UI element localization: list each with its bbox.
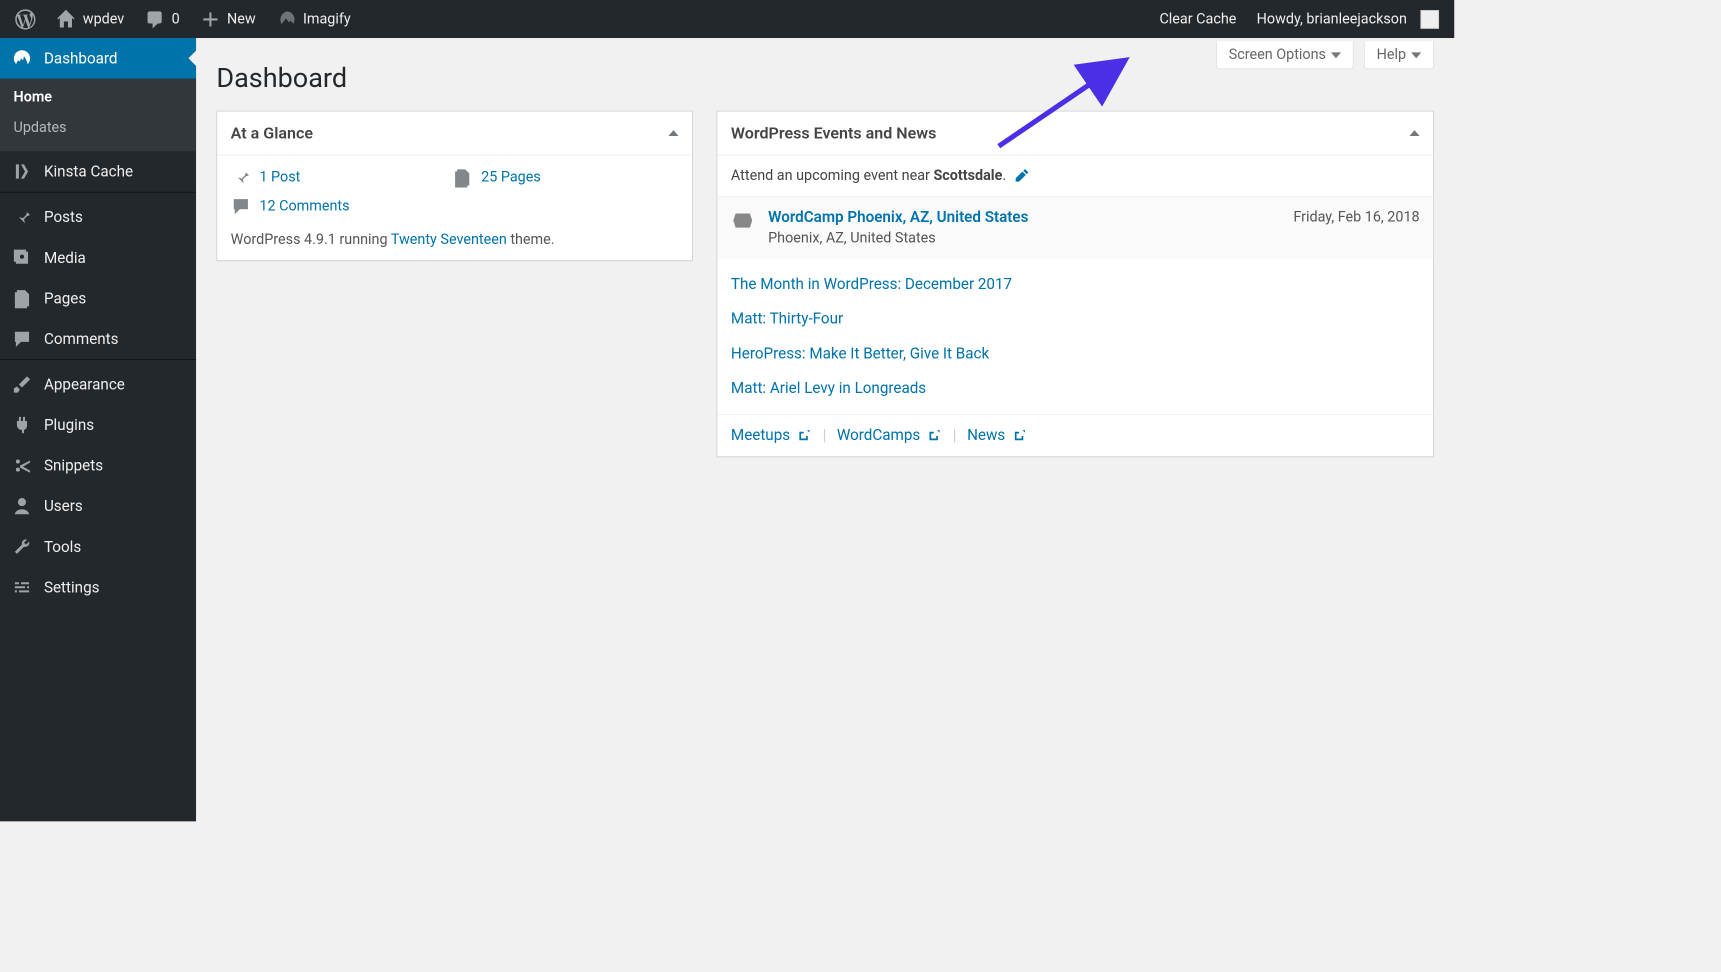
sidebar-item-label: Tools	[44, 538, 81, 556]
sidebar-item-label: Plugins	[44, 416, 94, 434]
sidebar-item-label: Kinsta Cache	[44, 163, 133, 181]
sidebar-item-label: Users	[44, 497, 83, 515]
news-link[interactable]: Matt: Ariel Levy in Longreads	[731, 371, 1420, 406]
user-icon	[12, 496, 32, 516]
sidebar-submenu-dashboard: Home Updates	[0, 79, 196, 152]
pin-icon	[12, 207, 32, 227]
wp-version-text: WordPress 4.9.1 running Twenty Seventeen…	[231, 232, 679, 249]
news-link[interactable]: Matt: Thirty-Four	[731, 302, 1420, 337]
my-account-menu[interactable]: Howdy, brianleejackson	[1247, 0, 1450, 38]
screen-options-button[interactable]: Screen Options	[1216, 41, 1354, 69]
wp-logo-menu[interactable]	[5, 0, 46, 38]
clear-cache-button[interactable]: Clear Cache	[1149, 0, 1246, 38]
external-link-icon	[795, 427, 812, 444]
comment-bubble-icon	[145, 9, 165, 29]
event-title-link[interactable]: WordCamp Phoenix, AZ, United States	[768, 209, 1280, 227]
news-link[interactable]: HeroPress: Make It Better, Give It Back	[731, 336, 1420, 371]
at-a-glance-heading[interactable]: At a Glance	[217, 112, 692, 156]
edit-location-icon[interactable]	[1013, 167, 1030, 184]
imagify-label: Imagify	[303, 11, 351, 28]
sidebar-item-comments[interactable]: Comments	[0, 319, 196, 360]
sidebar-item-label: Posts	[44, 208, 83, 226]
event-row: WordCamp Phoenix, AZ, United States Phoe…	[717, 196, 1433, 259]
sidebar-item-label: Snippets	[44, 457, 103, 475]
sidebar-item-pages[interactable]: Pages	[0, 278, 196, 319]
plug-icon	[12, 415, 32, 435]
comment-icon	[231, 196, 251, 216]
brush-icon	[12, 374, 32, 394]
events-news-heading[interactable]: WordPress Events and News	[717, 112, 1433, 156]
sliders-icon	[12, 577, 32, 597]
home-icon	[56, 9, 76, 29]
event-date: Friday, Feb 16, 2018	[1293, 209, 1419, 226]
admin-sidebar: Dashboard Home Updates Kinsta Cache Post…	[0, 38, 196, 821]
sidebar-item-label: Comments	[44, 330, 119, 348]
avatar	[1420, 10, 1439, 29]
glance-comments-link[interactable]: 12 Comments	[231, 196, 350, 216]
glance-posts-link[interactable]: 1 Post	[231, 167, 301, 187]
chevron-down-icon	[1331, 52, 1341, 58]
help-button[interactable]: Help	[1364, 41, 1434, 69]
sidebar-subitem-home[interactable]: Home	[0, 82, 196, 112]
kinsta-icon	[12, 161, 32, 181]
imagify-menu[interactable]: Imagify	[266, 0, 361, 38]
chevron-down-icon	[1411, 52, 1421, 58]
sidebar-item-posts[interactable]: Posts	[0, 197, 196, 238]
events-news-widget: WordPress Events and News Attend an upco…	[717, 111, 1434, 457]
sidebar-item-label: Dashboard	[44, 49, 118, 67]
wordpress-logo-icon	[15, 9, 35, 29]
sidebar-item-label: Media	[44, 249, 86, 267]
new-content-menu[interactable]: New	[190, 0, 266, 38]
comment-icon	[12, 329, 32, 349]
sidebar-item-label: Appearance	[44, 376, 125, 394]
at-a-glance-widget: At a Glance 1 Post 25 Pages	[216, 111, 693, 261]
sidebar-item-snippets[interactable]: Snippets	[0, 445, 196, 486]
site-name-menu[interactable]: wpdev	[46, 0, 135, 38]
collapse-icon	[668, 130, 678, 136]
new-label: New	[227, 11, 256, 28]
site-name-label: wpdev	[83, 11, 124, 28]
imagify-icon	[276, 9, 296, 29]
pages-icon	[452, 167, 472, 187]
dashboard-icon	[12, 48, 32, 68]
main-content: Screen Options Help Dashboard At a Glanc…	[196, 38, 1454, 821]
plus-icon	[200, 9, 220, 29]
sidebar-item-appearance[interactable]: Appearance	[0, 364, 196, 405]
pin-icon	[231, 167, 251, 187]
pages-icon	[12, 288, 32, 308]
news-footer-link[interactable]: News	[967, 427, 1027, 445]
event-location: Phoenix, AZ, United States	[768, 230, 1280, 247]
sidebar-item-tools[interactable]: Tools	[0, 526, 196, 567]
sidebar-item-dashboard[interactable]: Dashboard	[0, 38, 196, 79]
news-list: The Month in WordPress: December 2017 Ma…	[717, 259, 1433, 414]
sidebar-item-label: Pages	[44, 289, 86, 307]
sidebar-subitem-updates[interactable]: Updates	[0, 112, 196, 142]
sidebar-item-kinsta-cache[interactable]: Kinsta Cache	[0, 151, 196, 192]
sidebar-item-users[interactable]: Users	[0, 486, 196, 527]
sidebar-item-label: Settings	[44, 578, 100, 596]
theme-link[interactable]: Twenty Seventeen	[391, 232, 507, 249]
sidebar-item-plugins[interactable]: Plugins	[0, 405, 196, 446]
collapse-icon	[1409, 130, 1419, 136]
meetups-link[interactable]: Meetups	[731, 427, 812, 445]
admin-toolbar: wpdev 0 New Imagify Clear Cache Howdy, b…	[0, 0, 1454, 38]
comments-count: 0	[172, 11, 180, 28]
sidebar-item-settings[interactable]: Settings	[0, 567, 196, 608]
wordcamps-link[interactable]: WordCamps	[837, 427, 942, 445]
external-link-icon	[925, 427, 942, 444]
sidebar-item-media[interactable]: Media	[0, 237, 196, 278]
external-link-icon	[1010, 427, 1027, 444]
wordcamp-icon	[731, 209, 755, 233]
events-footer: Meetups | WordCamps | News	[717, 414, 1433, 456]
news-link[interactable]: The Month in WordPress: December 2017	[731, 267, 1420, 302]
glance-pages-link[interactable]: 25 Pages	[452, 167, 540, 187]
comments-menu[interactable]: 0	[134, 0, 189, 38]
media-icon	[12, 248, 32, 268]
scissors-icon	[12, 455, 32, 475]
wrench-icon	[12, 537, 32, 557]
events-nearby-text: Attend an upcoming event near Scottsdale…	[717, 155, 1433, 196]
